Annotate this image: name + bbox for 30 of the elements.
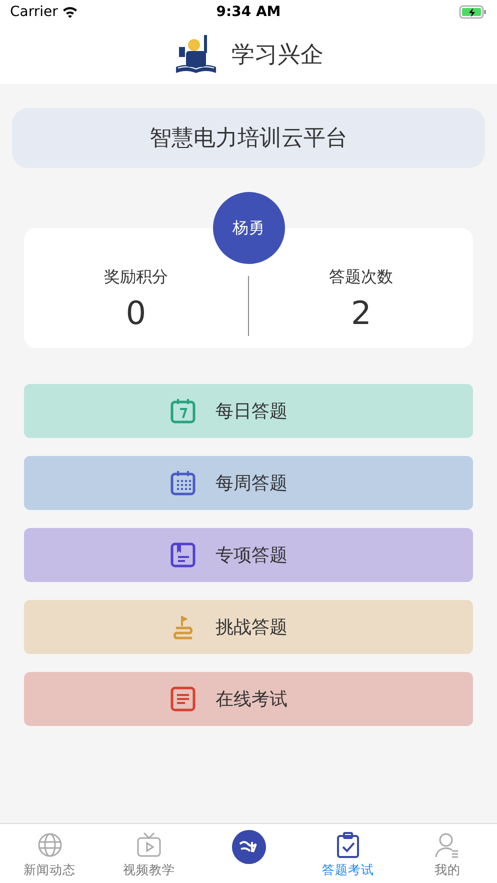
logo-drawing [174,33,218,75]
logo-tab[interactable] [232,830,266,864]
platform-banner: 智慧电力培训云平台 [12,108,485,168]
globe-icon [36,832,63,858]
tv-icon [136,832,162,858]
calendar-icon [170,470,196,496]
menu-button[interactable]: 专项答题 [24,528,473,582]
menu-button[interactable]: 在线考试 [24,672,473,726]
clock-text: 9:34 AM [216,4,281,20]
bookmark-icon [170,542,196,568]
wifi-icon [62,6,78,18]
carrier-text: Carrier [10,4,58,20]
person-icon [434,832,460,858]
battery-icon [459,5,487,19]
clipboard-icon [334,832,361,858]
menu-button[interactable]: 每周答题 [24,456,473,510]
nav-tab[interactable]: 我的 [398,824,497,883]
stat-label: 答题次数 [329,266,394,288]
menu-button[interactable]: 每日答题 [24,384,473,438]
nav-tab[interactable]: 答题考试 [298,824,398,883]
app-title: 学习兴企 [232,40,324,70]
nav-tab[interactable]: 新闻动态 [0,824,100,883]
user-avatar: 杨勇 [212,192,284,264]
stat-label: 奖励积分 [104,266,168,288]
calendar-icon [170,398,196,424]
nav-tab[interactable]: 视频教学 [99,824,199,883]
menu-button[interactable]: 挑战答题 [24,600,473,654]
stat-value: 0 [126,294,146,332]
document-icon [170,686,196,712]
stat-value: 2 [350,294,372,332]
